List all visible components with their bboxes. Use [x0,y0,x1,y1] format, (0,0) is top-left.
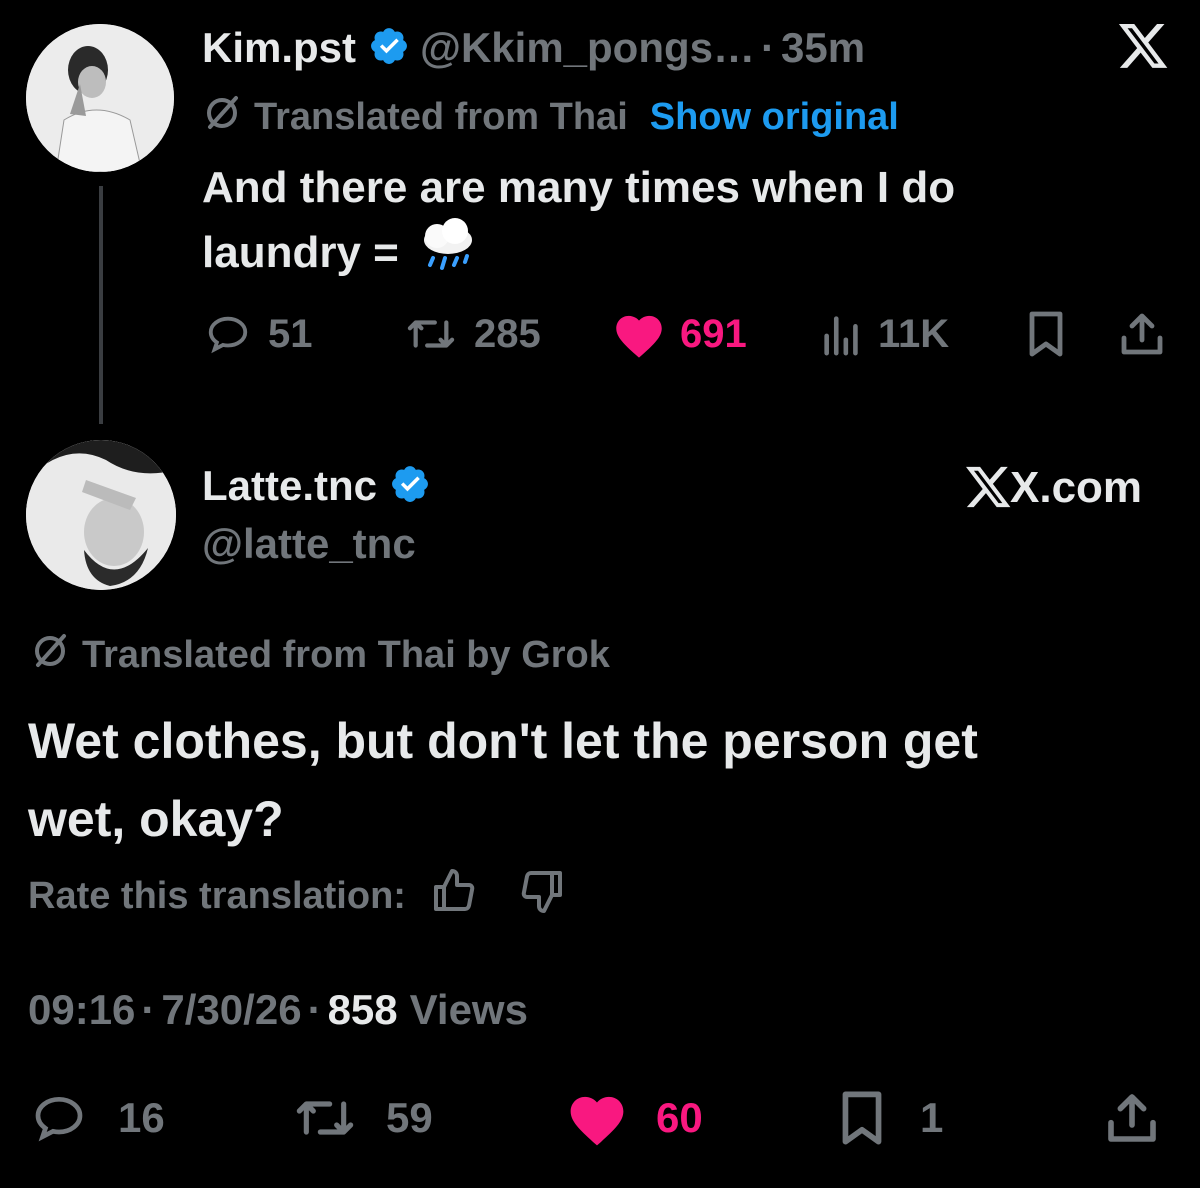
x-logo-icon [966,466,1011,508]
tweet2-reply-count: 16 [118,1094,165,1141]
tweet2-name-row: Latte.tnc [202,458,431,514]
tweet2-bookmark-button[interactable]: 1 [836,1088,943,1148]
tweet2-share-button[interactable] [1104,1088,1160,1148]
tweet1-display-name[interactable]: Kim.pst [202,24,356,72]
tweet2-meta: 09:16 · 7/30/26 · 858 Views [28,984,528,1036]
tweet1-time[interactable]: 35m [781,24,865,72]
xcom-label: X.com [1010,463,1143,512]
tweet1-like-button[interactable]: 691 [610,308,747,360]
tweet1-text-line1: And there are many times when I do [202,163,956,212]
tweet1-handle[interactable]: @Kkim_pongs… [420,24,755,72]
tweet2-views-label: Views [409,986,528,1033]
heart-filled-icon [570,1096,624,1146]
tweet1-like-count: 691 [680,311,747,356]
meta-dot: · [307,986,322,1033]
rate-translation-label: Rate this translation: [28,874,406,917]
thumbs-up-icon[interactable] [430,867,478,925]
tweet1-translated-label: Translated from Thai [254,95,628,138]
tweet2-views-count: 858 [327,986,398,1033]
tweet1-repost-button[interactable]: 285 [400,308,541,360]
views-icon [824,316,858,356]
tweet2-date[interactable]: 7/30/26 [161,986,301,1034]
meta-dot: · [141,986,156,1033]
tweet1-views-button[interactable]: 11K [820,308,949,360]
tweet2-repost-count: 59 [386,1094,433,1141]
tweet2-bookmark-count: 1 [920,1094,944,1141]
latte-avatar[interactable] [26,440,176,590]
tweet2-text: Wet clothes, but don't let the person ge… [28,702,978,858]
tweet1-actions: 51 285 691 11K [202,308,1172,360]
verified-badge-icon [389,463,431,510]
tweet1-views-count: 11K [878,311,950,356]
tweet1-text-line2: laundry = [202,228,399,277]
tweet2-translated-label: Translated from Thai by Grok [82,633,610,676]
x-logo-icon[interactable] [1118,24,1170,75]
translate-icon [30,630,70,680]
heart-filled-icon [616,315,662,358]
share-icon [1121,313,1163,355]
tweet2-display-name[interactable]: Latte.tnc [202,462,377,510]
thumbs-down-icon[interactable] [518,867,566,925]
kim-avatar[interactable] [26,24,174,172]
share-icon [1108,1094,1156,1142]
bookmark-icon [1029,311,1063,357]
reply-icon [208,316,248,354]
verified-badge-icon [368,25,410,72]
thread-line [99,186,103,424]
show-original-link[interactable]: Show original [650,96,899,139]
tweet1-separator: · [761,24,776,71]
tweet1-text: And there are many times when I do laund… [202,158,955,288]
tweet1-header: Kim.pst @Kkim_pongs… · 35m [202,20,865,76]
tweet2-repost-button[interactable]: 59 [288,1088,433,1148]
tweet2-time[interactable]: 09:16 [28,986,135,1034]
tweet1-reply-count: 51 [268,311,313,356]
rain-cloud-emoji-icon [415,218,481,288]
tweet2-text-line1: Wet clothes, but don't let the person ge… [28,713,978,769]
repost-icon [296,1101,354,1135]
tweet1-reply-button[interactable]: 51 [202,308,313,360]
tweet2-handle[interactable]: @latte_tnc [202,520,416,568]
tweet2-like-count: 60 [656,1094,703,1141]
translate-icon [202,92,242,142]
tweet2-translation-row: Translated from Thai by Grok [30,632,610,678]
reply-icon [35,1096,83,1142]
tweet1-share-button[interactable] [1118,310,1166,358]
bookmark-icon [842,1091,882,1145]
xcom-source: X.com [966,460,1142,516]
tweet1-bookmark-button[interactable] [1024,310,1068,358]
tweet1-repost-count: 285 [474,311,541,356]
tweet2-like-button[interactable]: 60 [564,1088,703,1148]
tweet2-reply-button[interactable]: 16 [28,1088,165,1148]
tweet2-actions: 16 59 60 1 [28,1088,1168,1148]
rate-translation-row: Rate this translation: [28,867,566,925]
tweet2-text-line2: wet, okay? [28,791,284,847]
repost-icon [407,320,455,348]
tweet1-translation-row: Translated from Thai Show original [202,94,899,140]
